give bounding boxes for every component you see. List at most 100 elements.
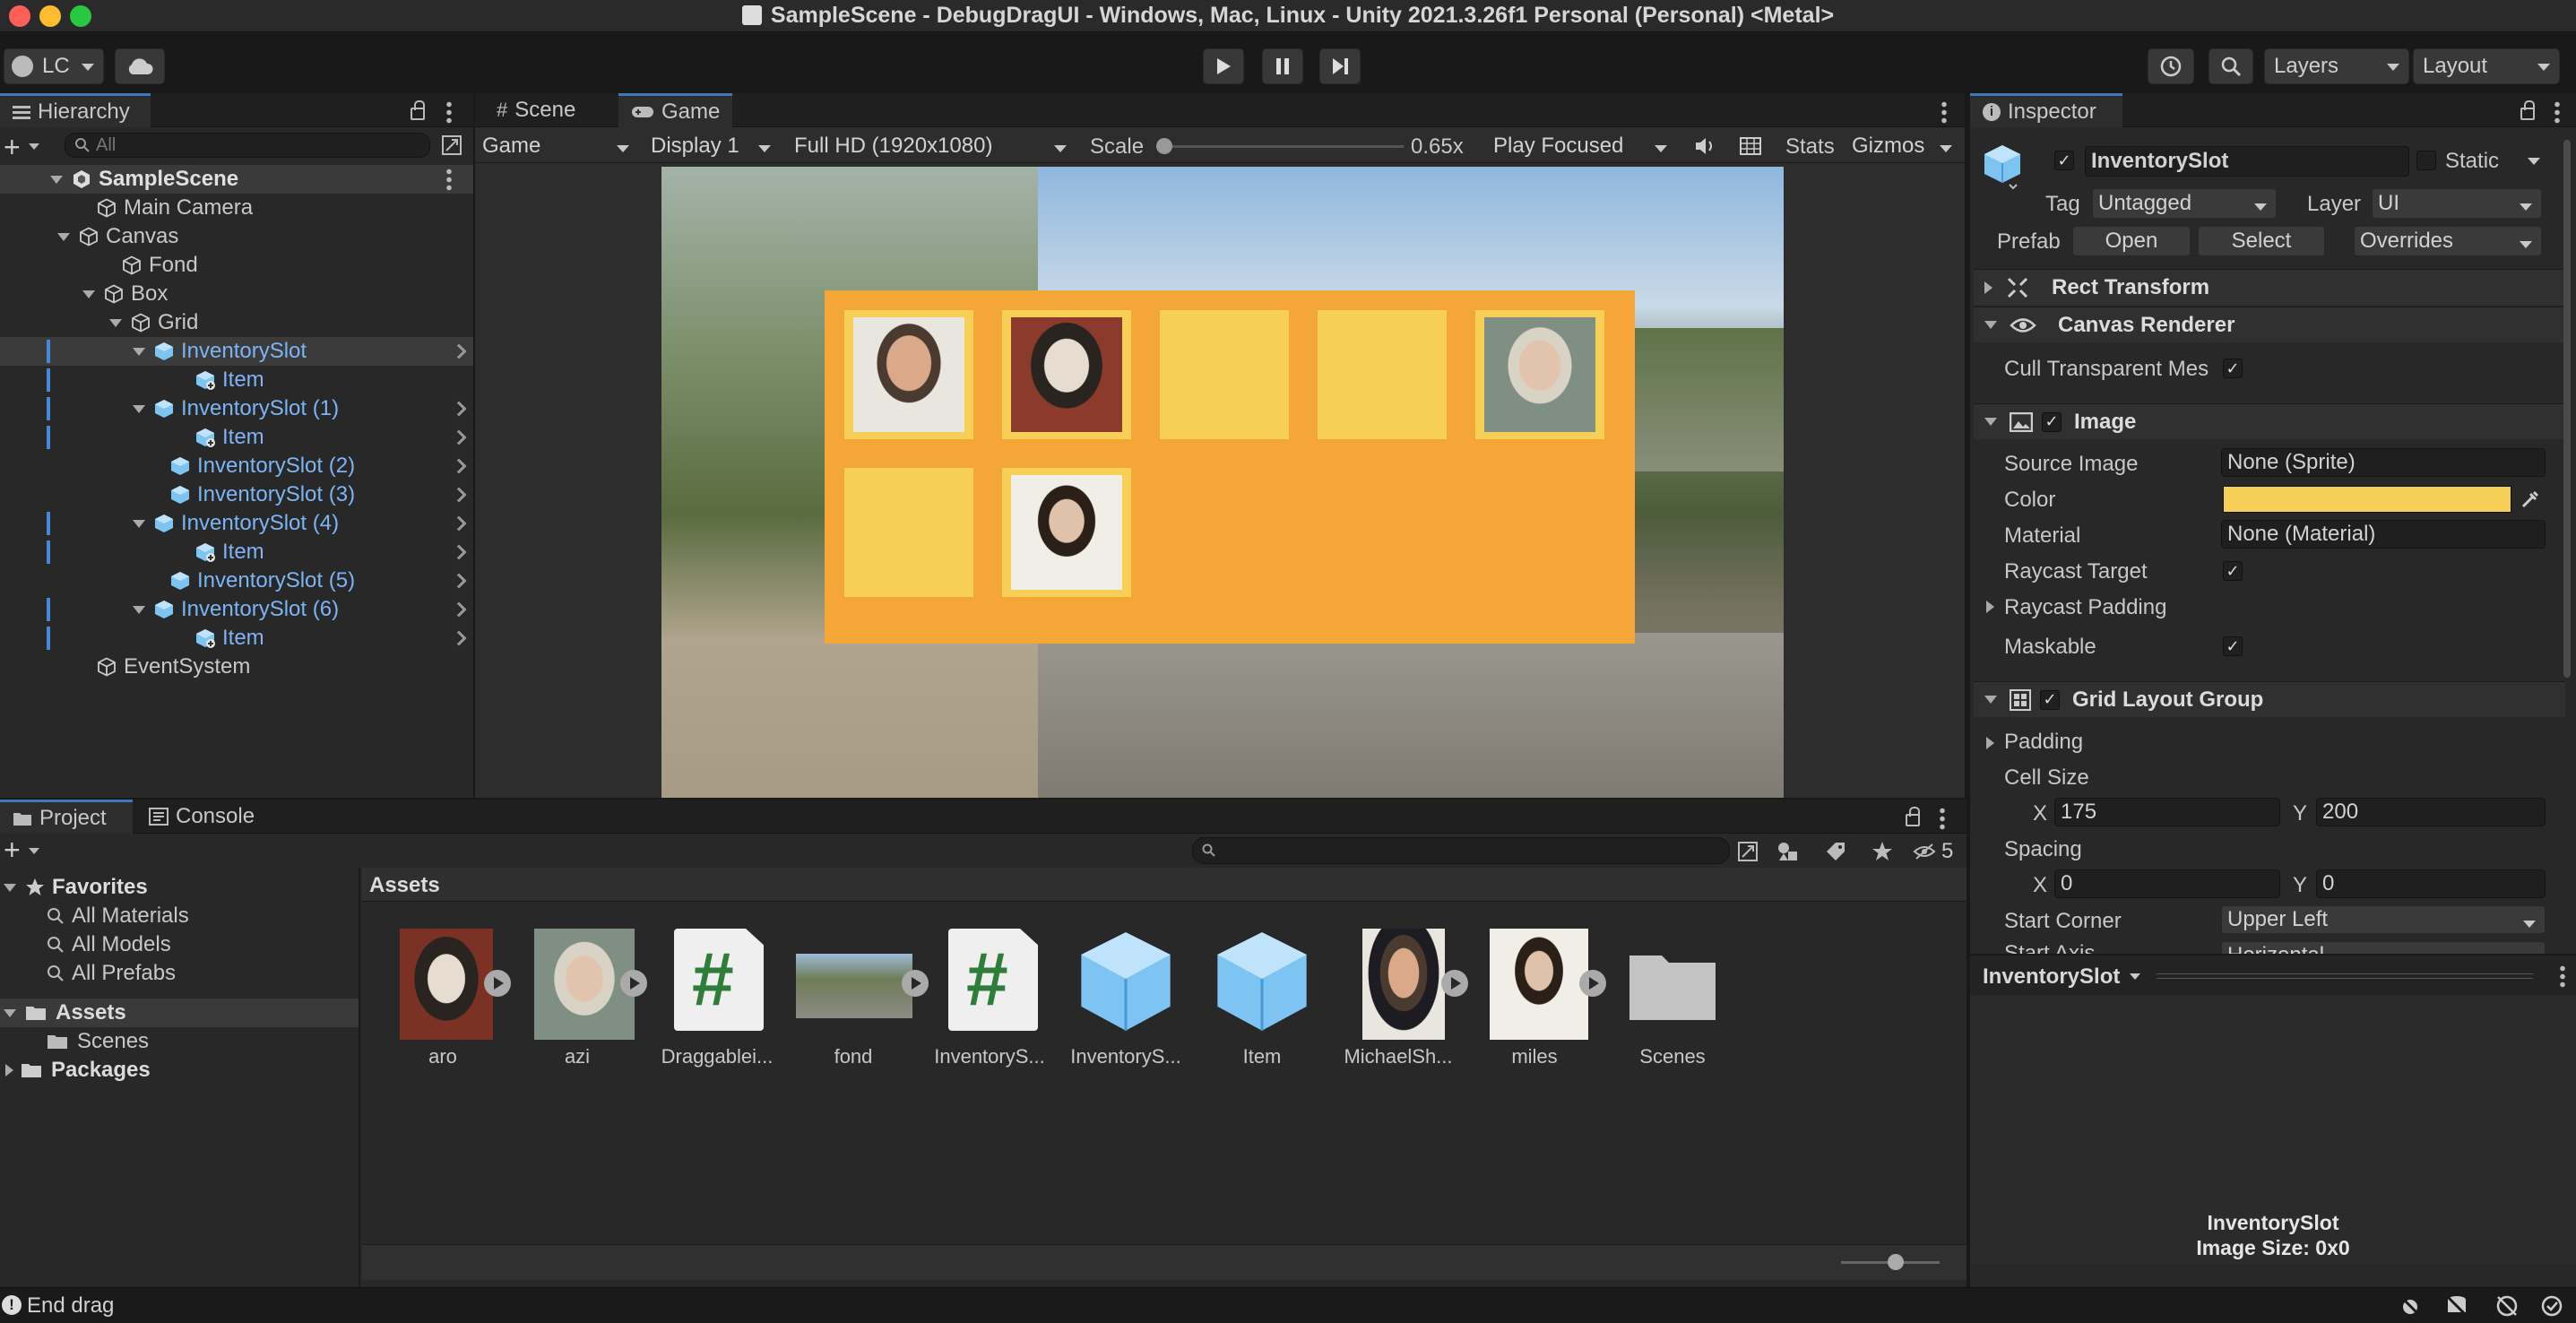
- prefab-overrides-dropdown[interactable]: Overrides: [2354, 226, 2542, 256]
- favorites-row[interactable]: Favorites: [0, 873, 359, 902]
- grid-icon[interactable]: [1739, 135, 1762, 157]
- project-more-icon[interactable]: [1940, 807, 1945, 830]
- project-add-chevron-icon[interactable]: [29, 848, 39, 854]
- assets-folder-row[interactable]: Assets: [0, 999, 359, 1027]
- filter-by-label-icon[interactable]: [1825, 841, 1846, 862]
- expand-arrow-icon[interactable]: [1441, 970, 1468, 997]
- asset-aro[interactable]: aro: [380, 929, 511, 1068]
- inventory-slot-6[interactable]: [1002, 468, 1131, 597]
- game-viewport[interactable]: [661, 167, 1784, 798]
- open-prefab-chevron-icon[interactable]: [451, 401, 467, 417]
- hierarchy-event-system[interactable]: EventSystem: [0, 653, 473, 681]
- expand-arrow-icon[interactable]: [133, 519, 145, 528]
- hierarchy-inventory-slot-3[interactable]: InventorySlot (3): [0, 480, 473, 509]
- asset-inventory-prefab[interactable]: InventoryS...: [1063, 929, 1189, 1068]
- scale-slider-handle[interactable]: [1156, 138, 1172, 154]
- open-prefab-chevron-icon[interactable]: [451, 458, 467, 474]
- expand-arrow-icon[interactable]: [82, 290, 95, 298]
- cloud-button[interactable]: [115, 48, 165, 84]
- grid-layout-enabled-checkbox[interactable]: ✓: [2040, 689, 2060, 710]
- debug-icon[interactable]: [2399, 1294, 2422, 1318]
- packages-folder-row[interactable]: Packages: [0, 1056, 359, 1085]
- static-dropdown-icon[interactable]: [2528, 158, 2540, 165]
- hierarchy-inventory-slot-1[interactable]: InventorySlot (1): [0, 394, 473, 423]
- check-circle-icon[interactable]: [2540, 1294, 2563, 1318]
- expand-arrow-icon[interactable]: [109, 318, 122, 327]
- expand-arrow-icon[interactable]: [1579, 970, 1606, 997]
- search-in-scene-icon[interactable]: [1737, 841, 1759, 862]
- eyedropper-icon[interactable]: [2520, 489, 2540, 509]
- filter-by-type-icon[interactable]: [1776, 841, 1800, 862]
- tab-hierarchy[interactable]: Hierarchy: [0, 93, 151, 127]
- gizmos-dropdown[interactable]: Gizmos: [1846, 131, 1961, 161]
- play-focused-dropdown[interactable]: Play Focused: [1488, 131, 1676, 161]
- object-name-input[interactable]: InventorySlot: [2085, 146, 2409, 177]
- open-prefab-chevron-icon[interactable]: [451, 515, 467, 532]
- hierarchy-item[interactable]: Item: [0, 538, 473, 566]
- maskable-checkbox[interactable]: ✓: [2223, 636, 2243, 656]
- inventory-slot-3[interactable]: [1318, 310, 1447, 439]
- favorite-star-icon[interactable]: [1871, 841, 1893, 862]
- expand-arrow-icon[interactable]: [902, 970, 929, 997]
- hierarchy-search-input[interactable]: All: [65, 133, 430, 158]
- open-prefab-chevron-icon[interactable]: [451, 573, 467, 589]
- hierarchy-grid[interactable]: Grid: [0, 308, 473, 337]
- open-prefab-chevron-icon[interactable]: [451, 343, 467, 359]
- stats-button[interactable]: Stats: [1785, 134, 1835, 160]
- inspector-scrollbar[interactable]: [2562, 131, 2572, 947]
- game-more-icon[interactable]: [1941, 100, 1947, 124]
- preview-more-icon[interactable]: [2560, 964, 2565, 988]
- expand-arrow-icon[interactable]: [484, 970, 511, 997]
- expand-arrow-icon[interactable]: [133, 605, 145, 614]
- spacing-y-input[interactable]: 0: [2316, 869, 2546, 898]
- hierarchy-scene-row[interactable]: SampleScene: [0, 165, 473, 194]
- raycast-padding-expand-icon[interactable]: [1986, 601, 1994, 613]
- tab-scene[interactable]: # Scene: [484, 93, 588, 127]
- cache-server-icon[interactable]: [2445, 1294, 2468, 1318]
- project-add-icon[interactable]: +: [4, 834, 21, 867]
- portrait-michael-image[interactable]: [853, 317, 964, 432]
- network-icon[interactable]: [2495, 1294, 2519, 1318]
- status-message[interactable]: End drag: [27, 1293, 114, 1319]
- resolution-dropdown[interactable]: Full HD (1920x1080): [789, 131, 1076, 161]
- assets-breadcrumb[interactable]: Assets: [369, 873, 440, 898]
- hierarchy-item[interactable]: Item: [0, 423, 473, 452]
- hidden-packages-icon[interactable]: [1913, 843, 1936, 860]
- prefab-open-button[interactable]: Open: [2072, 226, 2191, 256]
- expand-arrow-icon[interactable]: [620, 970, 647, 997]
- image-enabled-checkbox[interactable]: ✓: [2042, 411, 2062, 432]
- open-prefab-chevron-icon[interactable]: [451, 429, 467, 445]
- display-dropdown[interactable]: Display 1: [645, 131, 780, 161]
- cell-size-x-input[interactable]: 175: [2054, 798, 2280, 826]
- canvas-renderer-header[interactable]: Canvas Renderer: [1974, 307, 2565, 342]
- asset-michaelsheen[interactable]: MichaelSh...: [1336, 929, 1468, 1068]
- color-swatch[interactable]: [2223, 486, 2511, 513]
- asset-fond[interactable]: fond: [791, 929, 929, 1068]
- hierarchy-inventory-slot-5[interactable]: InventorySlot (5): [0, 566, 473, 595]
- tag-dropdown[interactable]: Untagged: [2092, 188, 2277, 219]
- open-prefab-chevron-icon[interactable]: [451, 487, 467, 503]
- preview-drag-handle[interactable]: [2157, 973, 2533, 979]
- open-prefab-chevron-icon[interactable]: [451, 601, 467, 618]
- padding-label[interactable]: Padding: [2004, 730, 2083, 755]
- raycast-target-checkbox[interactable]: ✓: [2223, 561, 2243, 581]
- portrait-azi-image[interactable]: [1484, 317, 1595, 432]
- open-prefab-chevron-icon[interactable]: [451, 630, 467, 646]
- history-button[interactable]: [2148, 48, 2194, 84]
- preview-object-dropdown[interactable]: InventorySlot: [1983, 964, 2120, 990]
- hierarchy-inventory-slot-4[interactable]: InventorySlot (4): [0, 509, 473, 538]
- hierarchy-item[interactable]: Item: [0, 366, 473, 394]
- icon-size-slider-handle[interactable]: [1888, 1254, 1904, 1270]
- tab-inspector[interactable]: i Inspector: [1970, 93, 2122, 127]
- tab-project[interactable]: Project: [0, 800, 133, 834]
- asset-inventory-script[interactable]: # InventoryS...: [927, 929, 1052, 1068]
- grid-layout-header[interactable]: ✓ Grid Layout Group: [1974, 681, 2565, 717]
- hierarchy-fond[interactable]: Fond: [0, 251, 473, 280]
- inventory-slot-0[interactable]: [844, 310, 973, 439]
- portrait-miles-image[interactable]: [1011, 475, 1122, 590]
- inspector-lock-icon[interactable]: [2520, 100, 2535, 120]
- layer-dropdown[interactable]: UI: [2372, 188, 2542, 219]
- scene-visibility-icon[interactable]: [441, 134, 462, 156]
- account-dropdown[interactable]: LC: [4, 48, 104, 84]
- scene-more-icon[interactable]: [446, 168, 452, 191]
